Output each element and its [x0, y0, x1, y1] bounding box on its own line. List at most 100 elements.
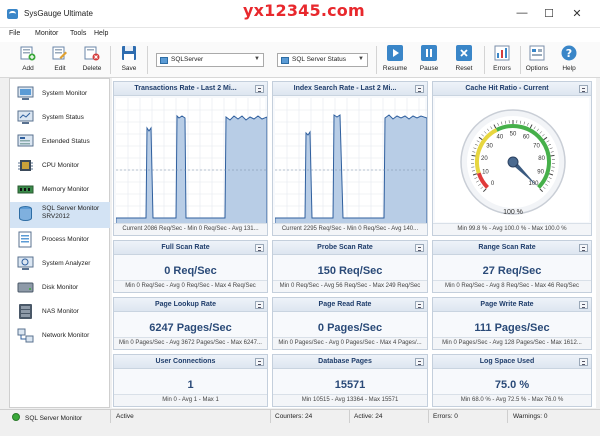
maximize-button[interactable]: ☐ — [541, 7, 557, 20]
cache-hit-gauge: 0102030405060708090100 100 % — [460, 109, 566, 216]
status-ok-icon — [12, 413, 20, 421]
errors-button[interactable]: Errors — [487, 45, 517, 77]
close-button[interactable]: ✕ — [569, 7, 585, 20]
pause-button[interactable]: Pause — [414, 45, 444, 77]
panel-title: Range Scan Rate — [433, 241, 591, 255]
svg-text:?: ? — [566, 47, 572, 60]
process-icon — [18, 231, 32, 248]
sidebar-item-label: Memory Monitor — [42, 186, 89, 193]
panel-footer: Min 99.8 % - Avg 100.0 % - Max 100.0 % — [433, 223, 591, 235]
menu-monitor[interactable]: Monitor — [35, 30, 58, 37]
panel-footer: Min 0 Req/Sec - Avg 56 Req/Sec - Max 249… — [273, 280, 427, 292]
view-select-value: SQL Server Status — [292, 56, 346, 63]
panel-value: 0 Pages/Sec — [317, 322, 383, 334]
panel-menu-button[interactable] — [579, 358, 588, 366]
add-button[interactable]: Add — [13, 45, 43, 77]
index-search-rate-panel: Index Search Rate - Last 2 Mi... Current… — [272, 81, 428, 236]
edit-button[interactable]: Edit — [45, 45, 75, 77]
gauge-tick-label: 60 — [523, 135, 530, 141]
page-lookup-rate-panel: Page Lookup Rate 6247 Pages/Sec Min 0 Pa… — [113, 297, 268, 350]
sidebar-item-extended-status[interactable]: Extended Status — [10, 130, 110, 154]
database-pages-panel: Database Pages 15571 Min 10515 - Avg 133… — [272, 354, 428, 407]
disk-icon — [17, 282, 34, 293]
view-select[interactable]: SQL Server Status ▼ — [277, 53, 368, 67]
save-label: Save — [121, 65, 137, 72]
sidebar-item-system-analyzer[interactable]: System Analyzer — [10, 252, 110, 276]
nas-icon — [19, 304, 32, 319]
panel-menu-button[interactable] — [415, 244, 424, 252]
range-scan-rate-panel: Range Scan Rate 27 Req/Sec Min 0 Req/Sec… — [432, 240, 592, 293]
options-button[interactable]: Options — [522, 45, 552, 77]
status-errors: Errors: 0 — [429, 410, 508, 424]
panel-menu-button[interactable] — [255, 301, 264, 309]
status-active: Active: 24 — [350, 410, 429, 424]
probe-scan-rate-panel: Probe Scan Rate 150 Req/Sec Min 0 Req/Se… — [272, 240, 428, 293]
panel-menu-button[interactable] — [415, 358, 424, 366]
sidebar-item-sql-server-monitor[interactable]: SQL Server Monitor SRV2012 — [10, 202, 110, 228]
sidebar-item-label: System Monitor — [42, 90, 88, 97]
panel-value: 6247 Pages/Sec — [149, 322, 232, 334]
panel-footer: Min 0 Pages/Sec - Avg 128 Pages/Sec - Ma… — [433, 337, 591, 349]
reset-label: Reset — [455, 65, 473, 72]
panel-menu-button[interactable] — [255, 85, 264, 93]
server-icon — [160, 57, 168, 64]
view-icon — [281, 57, 289, 64]
gauge-major-tick — [550, 154, 555, 157]
reset-icon — [456, 45, 472, 61]
toolbar-separator — [147, 46, 148, 74]
save-disk-icon — [122, 46, 136, 60]
transactions-rate-panel: Transactions Rate - Last 2 Mi... Current… — [113, 81, 268, 236]
sidebar-item-process-monitor[interactable]: Process Monitor — [10, 228, 110, 252]
sidebar-item-network-monitor[interactable]: Network Monitor — [10, 324, 110, 348]
panel-menu-button[interactable] — [415, 301, 424, 309]
menu-help[interactable]: Help — [94, 30, 108, 37]
network-icon — [17, 328, 34, 343]
gauge-value-text: 100 % — [503, 209, 523, 216]
resume-button[interactable]: Resume — [380, 45, 410, 77]
sidebar-item-label: System Status — [42, 114, 84, 121]
panel-menu-button[interactable] — [255, 244, 264, 252]
gauge-tick-label: 30 — [486, 143, 493, 149]
menu-file[interactable]: File — [9, 30, 20, 37]
reset-button[interactable]: Reset — [449, 45, 479, 77]
panel-value: 1 — [187, 379, 194, 391]
minimize-button[interactable]: — — [514, 7, 530, 19]
sql-server-monitor-label: SQL Server Monitor — [42, 205, 100, 212]
sidebar-item-label: System Analyzer — [42, 260, 91, 267]
extended-status-icon — [17, 134, 34, 147]
help-icon: ? — [561, 45, 577, 61]
sidebar-item-system-status[interactable]: System Status — [10, 106, 110, 130]
menu-bar: File Monitor Tools Help — [0, 28, 600, 42]
help-label: Help — [562, 65, 576, 72]
add-label: Add — [22, 65, 34, 72]
server-select[interactable]: SQLServer ▼ — [156, 53, 264, 67]
sidebar-item-disk-monitor[interactable]: Disk Monitor — [10, 276, 110, 300]
delete-button[interactable]: Delete — [77, 45, 107, 77]
sidebar-item-system-monitor[interactable]: System Monitor — [10, 82, 110, 106]
sidebar-item-memory-monitor[interactable]: Memory Monitor — [10, 178, 110, 202]
window-bottom-edge — [0, 423, 600, 436]
errors-chart-icon — [494, 45, 510, 61]
help-button[interactable]: ? Help — [554, 45, 584, 77]
panel-menu-button[interactable] — [579, 301, 588, 309]
panel-title: Log Space Used — [433, 355, 591, 369]
sidebar-item-label: Process Monitor — [42, 236, 89, 243]
cache-hit-gauge-area: 0 10 20 30 40 50 60 70 80 90 100 100 % — [435, 98, 589, 222]
sidebar-item-cpu-monitor[interactable]: CPU Monitor — [10, 154, 110, 178]
gauge-hub — [507, 156, 519, 168]
panel-menu-button[interactable] — [255, 358, 264, 366]
panel-menu-button[interactable] — [579, 244, 588, 252]
resume-label: Resume — [382, 65, 408, 72]
sidebar-item-nas-monitor[interactable]: NAS Monitor — [10, 300, 110, 324]
add-icon — [20, 46, 36, 61]
save-button[interactable]: Save — [114, 45, 144, 77]
chevron-down-icon: ▼ — [254, 56, 260, 62]
panel-menu-button[interactable] — [579, 85, 588, 93]
panel-title: User Connections — [114, 355, 267, 369]
sidebar-item-label: SQL Server Monitor SRV2012 — [42, 205, 99, 221]
chevron-down-icon: ▼ — [358, 56, 364, 62]
monitor-sidebar: System Monitor System Status Extended St… — [9, 78, 110, 408]
panel-menu-button[interactable] — [415, 85, 424, 93]
options-label: Options — [525, 65, 549, 72]
menu-tools[interactable]: Tools — [70, 30, 86, 37]
